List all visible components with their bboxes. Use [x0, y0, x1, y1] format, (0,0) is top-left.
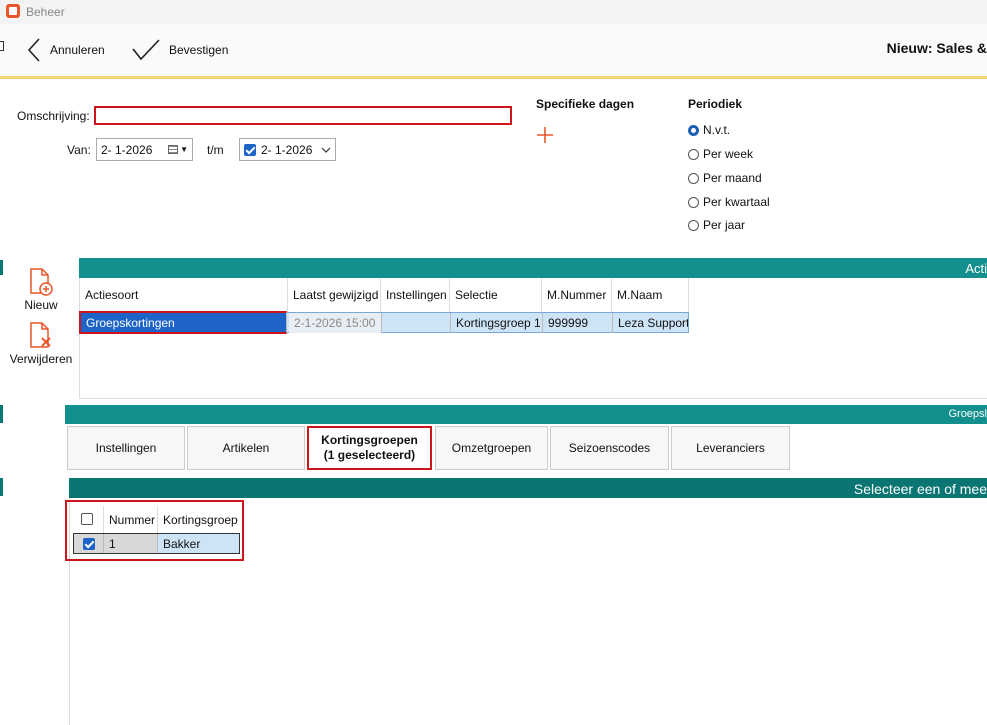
cell-m-nummer[interactable]: 999999	[543, 313, 613, 333]
radio-indicator	[688, 219, 699, 231]
tab-label: Omzetgroepen	[451, 441, 532, 455]
cell-instellingen[interactable]	[382, 313, 451, 333]
radio-nvt[interactable]: N.v.t.	[688, 123, 730, 137]
title-bar: Beheer	[0, 0, 987, 24]
column-header[interactable]: M.Naam	[612, 278, 689, 312]
select-all-checkbox[interactable]	[81, 513, 93, 525]
delete-action-label: Verwijderen	[9, 352, 73, 366]
description-input[interactable]	[94, 106, 512, 125]
checkmark-icon	[132, 39, 160, 61]
actions-table: Actiesoort Laatst gewijzigd Instellingen…	[79, 278, 987, 399]
until-date-checkbox[interactable]	[244, 143, 256, 156]
add-specific-day-button[interactable]	[536, 126, 554, 147]
cell-kortingsgroep[interactable]: Bakker	[158, 534, 239, 553]
confirm-button[interactable]: Bevestigen	[131, 37, 228, 63]
confirm-label: Bevestigen	[169, 43, 229, 57]
radio-label: N.v.t.	[703, 123, 731, 137]
actions-table-header: Actiesoort Laatst gewijzigd Instellingen…	[80, 278, 689, 312]
tab-label: Leveranciers	[696, 441, 765, 455]
plus-icon	[537, 127, 553, 143]
select-section-title: Selecteer een of mee	[853, 481, 987, 497]
delete-document-icon	[30, 322, 51, 348]
tab-label: Artikelen	[222, 441, 270, 455]
tab-label: Instellingen	[95, 441, 157, 455]
cell-nummer: 1	[103, 534, 158, 553]
calendar-icon	[168, 145, 179, 154]
actions-section-title: Acti	[965, 261, 987, 276]
window-title: Beheer	[26, 5, 65, 19]
group-section-header: Groepsl	[65, 405, 987, 424]
actions-section-header: Acti	[79, 258, 987, 278]
radio-indicator	[688, 172, 699, 184]
until-date-picker[interactable]: 2- 1-2026	[239, 138, 336, 161]
radio-per-week[interactable]: Per week	[688, 147, 753, 161]
from-date-value: 2- 1-2026	[101, 142, 153, 157]
tab-label: Kortingsgroepen	[321, 433, 418, 447]
radio-label: Per week	[703, 147, 754, 161]
tab-sublabel: (1 geselecteerd)	[323, 448, 416, 462]
checkbox-box	[81, 513, 93, 525]
until-label: t/m	[207, 143, 224, 157]
radio-per-jaar[interactable]: Per jaar	[688, 218, 745, 232]
row-checkbox[interactable]	[74, 534, 103, 553]
delete-action-button[interactable]: Verwijderen	[6, 321, 76, 366]
tab-leveranciers[interactable]: Leveranciers	[671, 426, 790, 470]
chevron-left-icon	[27, 38, 40, 62]
new-action-label: Nieuw	[24, 298, 58, 312]
column-header[interactable]: Nummer	[103, 506, 158, 534]
cancel-label: Annuleren	[50, 43, 105, 57]
periodic-label: Periodiek	[688, 97, 743, 111]
section-tick	[0, 405, 3, 423]
from-date-picker[interactable]: 2- 1-2026 ▼	[96, 138, 193, 161]
chevron-down-icon	[321, 147, 331, 153]
radio-per-maand[interactable]: Per maand	[688, 171, 762, 185]
column-header[interactable]: Actiesoort	[80, 278, 288, 312]
tab-artikelen[interactable]: Artikelen	[187, 426, 305, 470]
tab-omzetgroepen[interactable]: Omzetgroepen	[435, 426, 548, 470]
radio-indicator	[688, 148, 699, 160]
toolbar-edge-glyph	[0, 41, 4, 51]
select-table: Nummer Kortingsgroep 1 Bakker	[65, 500, 244, 561]
table-row[interactable]: 1 Bakker	[73, 533, 240, 554]
select-table-header: Nummer Kortingsgroep	[73, 506, 240, 534]
dropdown-arrow-icon: ▼	[180, 145, 188, 154]
page-heading: Nieuw: Sales &	[886, 40, 987, 56]
tab-kortingsgroepen[interactable]: Kortingsgroepen (1 geselecteerd)	[307, 426, 432, 470]
cell-selectie[interactable]: Kortingsgroep 1	[451, 313, 543, 333]
new-action-button[interactable]: Nieuw	[10, 267, 72, 312]
new-document-icon	[30, 268, 53, 296]
cancel-button[interactable]: Annuleren	[26, 37, 105, 63]
tab-label: Seizoenscodes	[568, 441, 651, 455]
checkbox-box	[82, 537, 95, 550]
select-section-header: Selecteer een of mee	[69, 478, 987, 498]
radio-label: Per maand	[703, 171, 762, 185]
until-date-value: 2- 1-2026	[261, 142, 313, 157]
column-header[interactable]: Instellingen	[381, 278, 450, 312]
tab-seizoenscodes[interactable]: Seizoenscodes	[550, 426, 669, 470]
section-tick	[0, 260, 3, 275]
specific-days-label: Specifieke dagen	[536, 97, 635, 111]
toolbar: Annuleren Bevestigen Nieuw: Sales &	[0, 24, 987, 79]
radio-per-kwartaal[interactable]: Per kwartaal	[688, 195, 770, 209]
radio-label: Per kwartaal	[703, 195, 770, 209]
column-header[interactable]: Selectie	[450, 278, 542, 312]
radio-indicator	[688, 196, 699, 208]
radio-indicator	[688, 124, 699, 136]
cell-m-naam[interactable]: Leza Support	[613, 313, 688, 333]
group-section-title: Groepsl	[948, 408, 987, 420]
tab-instellingen[interactable]: Instellingen	[67, 426, 185, 470]
description-label: Omschrijving:	[17, 109, 90, 123]
cell-laatst-gewijzigd: 2-1-2026 15:00	[289, 313, 382, 333]
column-header[interactable]: Kortingsgroep	[158, 506, 240, 534]
app-icon	[6, 4, 20, 18]
radio-label: Per jaar	[703, 218, 746, 232]
column-header[interactable]: M.Nummer	[542, 278, 612, 312]
table-row[interactable]: Groepskortingen 2-1-2026 15:00 Kortingsg…	[79, 311, 689, 334]
column-header[interactable]: Laatst gewijzigd	[288, 278, 381, 312]
cell-actiesoort[interactable]: Groepskortingen	[79, 311, 287, 334]
section-tick	[0, 478, 3, 496]
from-label: Van:	[67, 143, 91, 157]
